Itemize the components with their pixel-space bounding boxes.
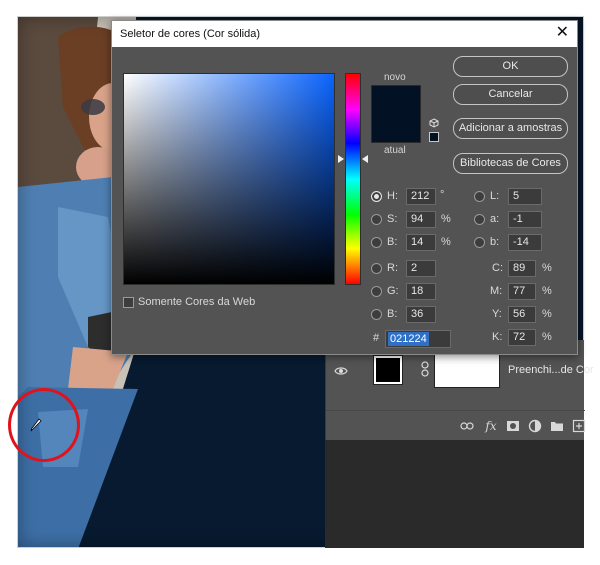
new-color-swatch: [371, 85, 421, 114]
web-colors-label[interactable]: Somente Cores da Web: [138, 296, 255, 308]
label-y: Y:: [492, 308, 502, 320]
color-field[interactable]: [123, 73, 335, 285]
label-s: S:: [387, 213, 398, 225]
label-k: K:: [492, 331, 503, 343]
hex-value[interactable]: 021224: [388, 332, 429, 346]
adjustment-icon[interactable]: [528, 419, 542, 433]
layer-name[interactable]: Preenchi...de Cor: [508, 364, 594, 376]
highlight-circle: [8, 388, 80, 462]
radio-a[interactable]: [474, 214, 485, 225]
close-icon[interactable]: ✕: [556, 24, 569, 42]
label-b: B:: [387, 236, 398, 248]
label-lab-b: b:: [490, 236, 500, 248]
ok-button[interactable]: OK: [453, 56, 568, 77]
label-l: L:: [490, 190, 500, 202]
eye-icon[interactable]: [334, 364, 348, 378]
hex-label: #: [373, 332, 380, 344]
field-l[interactable]: 5: [508, 188, 542, 205]
current-color-label: atual: [384, 145, 406, 156]
cube-icon[interactable]: [429, 118, 439, 128]
field-h[interactable]: 212: [406, 188, 436, 205]
radio-lab-b[interactable]: [474, 237, 485, 248]
field-lab-b[interactable]: -14: [508, 234, 542, 251]
unit-c: %: [542, 262, 552, 274]
field-b[interactable]: 14: [406, 234, 436, 251]
layers-toolbar: fx: [326, 410, 586, 440]
layer-row[interactable]: Preenchi...de Cor: [326, 352, 594, 392]
field-m[interactable]: 77: [508, 283, 536, 300]
web-colors-checkbox[interactable]: [123, 297, 134, 308]
dialog-title: Seletor de cores (Cor sólida): [120, 28, 261, 40]
label-c: C:: [492, 262, 503, 274]
unit-s: %: [441, 213, 451, 225]
layers-panel: Preenchi...de Cor fx: [325, 340, 594, 440]
radio-rgb-b[interactable]: [371, 309, 382, 320]
radio-s[interactable]: [371, 214, 382, 225]
unit-h: °: [440, 189, 445, 201]
hue-slider[interactable]: [345, 73, 361, 285]
dialog-titlebar[interactable]: Seletor de cores (Cor sólida) ✕: [112, 21, 577, 47]
field-rgb-b[interactable]: 36: [406, 306, 436, 323]
label-h: H:: [387, 190, 398, 202]
color-libraries-button[interactable]: Bibliotecas de Cores: [453, 153, 568, 174]
current-color-swatch[interactable]: [371, 114, 421, 143]
new-layer-icon[interactable]: [572, 419, 586, 433]
radio-b[interactable]: [371, 237, 382, 248]
hue-slider-arrow-left[interactable]: [338, 155, 344, 163]
field-s[interactable]: 94: [406, 211, 436, 228]
unit-m: %: [542, 285, 552, 297]
link-icon[interactable]: [420, 361, 430, 377]
label-a: a:: [490, 213, 500, 225]
label-m: M:: [490, 285, 503, 297]
field-c[interactable]: 89: [508, 260, 536, 277]
radio-l[interactable]: [474, 191, 485, 202]
label-g: G:: [387, 285, 399, 297]
hex-field[interactable]: 021224: [385, 330, 451, 348]
label-rgb-b: B:: [387, 308, 398, 320]
field-a[interactable]: -1: [508, 211, 542, 228]
folder-icon[interactable]: [550, 419, 564, 433]
unit-b: %: [441, 236, 451, 248]
layer-mask-thumbnail[interactable]: [434, 354, 500, 388]
link-layers-icon[interactable]: [460, 419, 474, 433]
fx-icon[interactable]: fx: [484, 419, 498, 433]
mask-icon[interactable]: [506, 419, 520, 433]
radio-r[interactable]: [371, 263, 382, 274]
fill-layer-thumbnail[interactable]: [373, 355, 403, 385]
cancel-button[interactable]: Cancelar: [453, 84, 568, 105]
add-to-swatches-button[interactable]: Adicionar a amostras: [453, 118, 568, 139]
field-g[interactable]: 18: [406, 283, 436, 300]
color-picker-dialog: Seletor de cores (Cor sólida) ✕ novo atu…: [111, 20, 578, 355]
unit-y: %: [542, 308, 552, 320]
label-r: R:: [387, 262, 398, 274]
panel-dark-area: [325, 440, 584, 548]
field-k[interactable]: 72: [508, 329, 536, 346]
web-safe-swatch[interactable]: [429, 132, 439, 142]
hue-slider-arrow-right[interactable]: [362, 155, 368, 163]
field-y[interactable]: 56: [508, 306, 536, 323]
radio-g[interactable]: [371, 286, 382, 297]
new-color-label: novo: [384, 72, 406, 83]
eyedropper-icon: [30, 418, 42, 432]
field-r[interactable]: 2: [406, 260, 436, 277]
radio-h[interactable]: [371, 191, 382, 202]
unit-k: %: [542, 331, 552, 343]
